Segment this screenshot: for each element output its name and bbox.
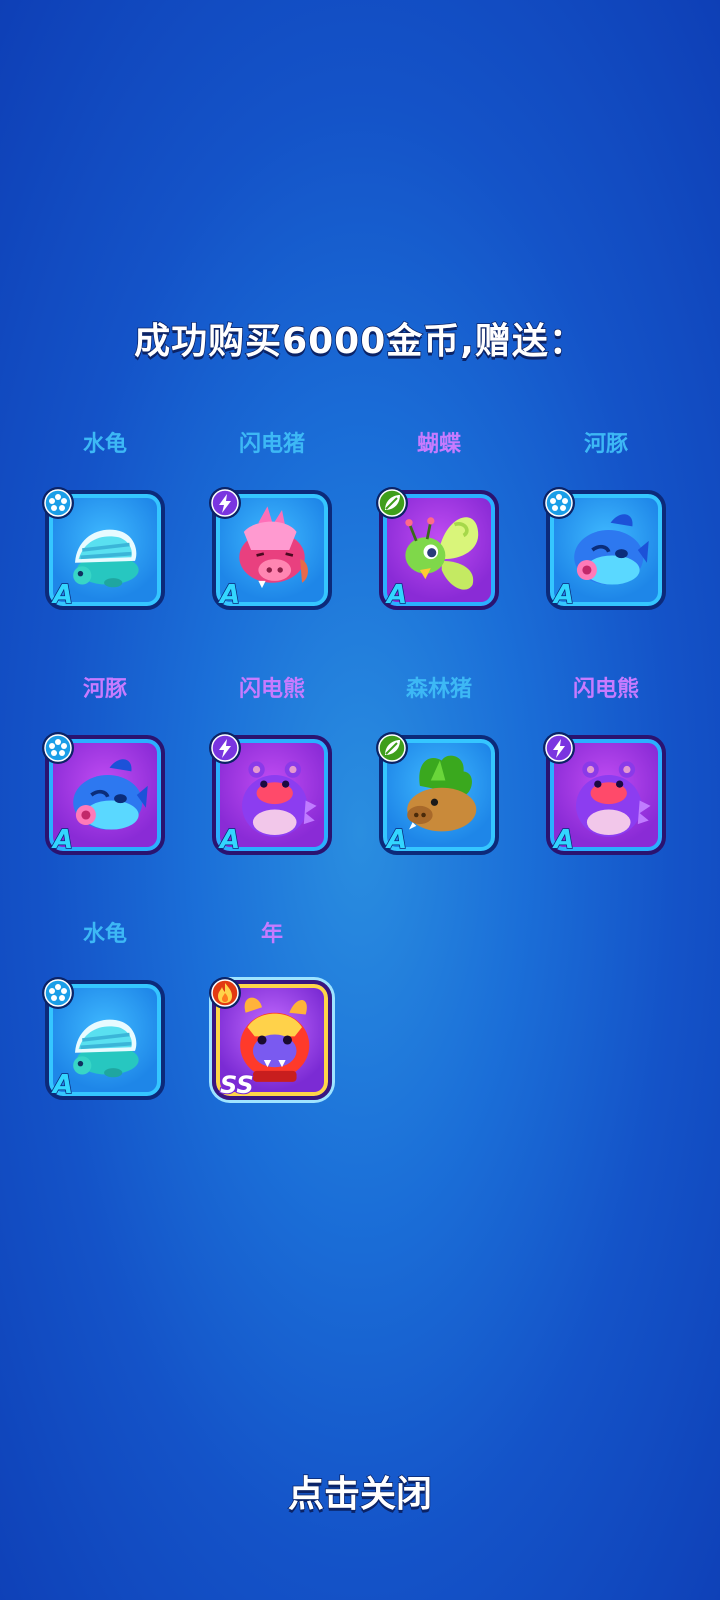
pet-card[interactable]: A [543,487,666,611]
pet-name: 水龟 [82,432,127,457]
pet-name: 闪电熊 [572,677,639,702]
reward-item[interactable]: 年 SS [187,922,357,1142]
electric-element-icon [209,732,241,764]
rank-badge: A [553,579,575,611]
pet-name: 蝴蝶 [416,432,461,457]
water-element-icon [42,487,74,519]
grass-element-icon [376,732,408,764]
tap-to-close-button[interactable]: 点击关闭 [0,1465,720,1517]
reward-item[interactable]: 森林猪 A [354,677,524,897]
rank-badge: A [386,579,408,611]
reward-item[interactable]: 水龟 A [20,432,190,652]
pet-card[interactable]: A [209,732,332,856]
water-element-icon [543,487,575,519]
pet-card[interactable]: A [376,732,499,856]
pet-name: 森林猪 [405,677,472,702]
pet-card[interactable]: SS [209,977,332,1100]
rank-badge: A [386,824,408,856]
pet-card[interactable]: A [543,732,666,856]
pet-name: 河豚 [583,432,628,457]
reward-item[interactable]: 水龟 A [20,922,190,1142]
reward-item[interactable]: 蝴蝶 A [354,432,524,652]
pet-name: 河豚 [82,677,127,702]
reward-item[interactable]: 河豚 A [521,432,691,652]
pet-card[interactable]: A [376,487,499,611]
pet-card[interactable]: A [42,732,165,856]
reward-title: 成功购买6000金币,赠送： [133,320,586,363]
water-element-icon [42,732,74,764]
water-element-icon [42,977,74,1009]
pet-card[interactable]: A [209,487,332,611]
rank-badge: A [52,579,74,611]
pet-name: 水龟 [82,922,127,947]
pet-card[interactable]: A [42,487,165,611]
rank-badge: SS [219,1070,255,1100]
electric-element-icon [543,732,575,764]
pet-card[interactable]: A [42,977,165,1101]
rank-badge: A [52,1069,74,1101]
reward-item[interactable]: 河豚 A [20,677,190,897]
fire-element-icon [209,977,241,1009]
rank-badge: A [52,824,74,856]
pet-name: 闪电熊 [238,677,305,702]
electric-element-icon [209,487,241,519]
pet-name: 年 [260,922,283,947]
rank-badge: A [553,824,575,856]
rank-badge: A [219,824,241,856]
pet-name: 闪电猪 [238,432,305,457]
reward-item[interactable]: 闪电猪 A [187,432,357,652]
grass-element-icon [376,487,408,519]
rank-badge: A [219,579,241,611]
reward-item[interactable]: 闪电熊 A [187,677,357,897]
reward-item[interactable]: 闪电熊 A [521,677,691,897]
